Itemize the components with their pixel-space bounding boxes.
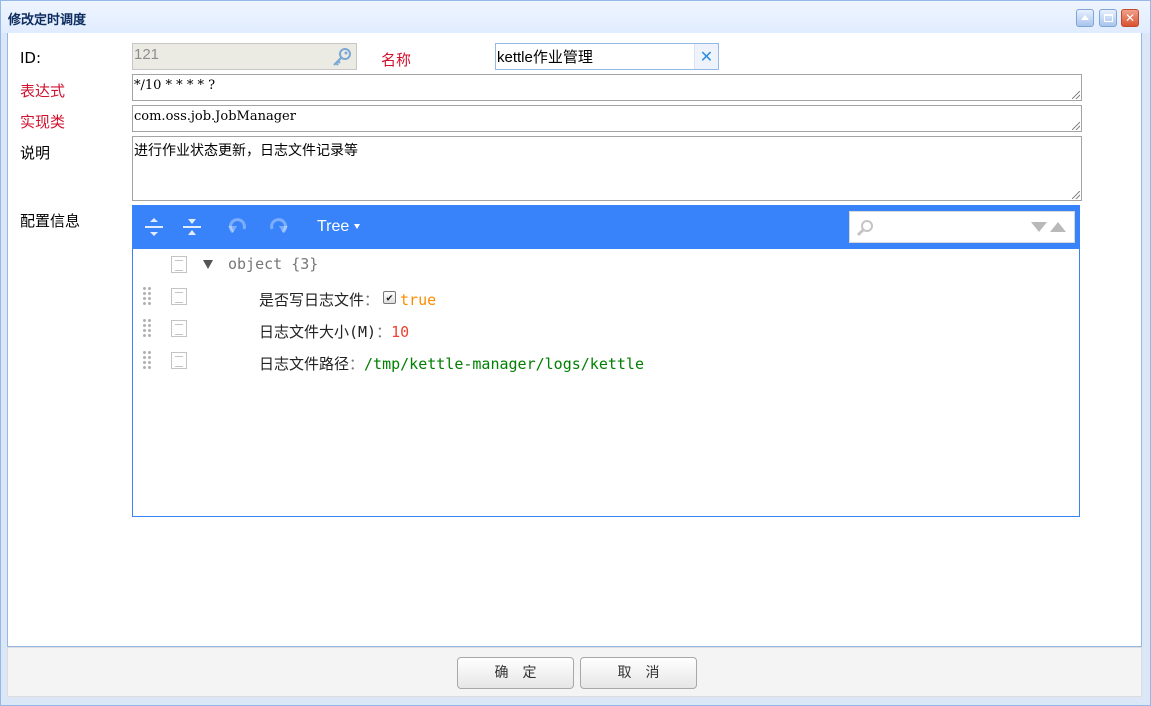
tree-row: 是否写日志文件： ✔ true [133,282,1079,314]
context-menu-button[interactable] [171,256,187,273]
collapse-icon [1081,15,1089,20]
expand-all-icon[interactable] [141,214,167,240]
expression-input[interactable]: */10 * * * * ? [132,74,1082,101]
config-label: 配置信息 [20,212,81,230]
dialog-title: 修改定时调度 [8,13,87,28]
context-menu-button[interactable] [171,352,187,369]
impl-class-value: com.oss.job.JobManager [134,109,296,124]
field-value[interactable]: true [400,291,436,309]
undo-icon[interactable] [225,214,251,240]
mode-label: Tree [317,218,350,235]
field-separator: ： [376,323,392,341]
key-icon [333,48,351,66]
resize-handle[interactable] [1072,191,1080,199]
description-value: 进行作业状态更新，日志文件记录等 [134,143,358,159]
mode-dropdown[interactable]: Tree [317,218,361,236]
cancel-button[interactable]: 取消 [580,657,697,689]
resize-handle[interactable] [1072,122,1080,130]
impl-class-label: 实现类 [20,113,66,131]
close-icon: ✕ [699,47,714,66]
search-input[interactable] [878,217,1018,237]
name-input[interactable]: kettle作业管理 ✕ [495,43,719,70]
search-previous-icon[interactable] [1050,222,1066,232]
field-key[interactable]: 日志文件路径 [259,355,349,373]
dialog-footer [7,647,1142,697]
collapse-toggle-icon[interactable] [203,260,213,269]
tree-row: 日志文件路径：/tmp/kettle-manager/logs/kettle [133,346,1079,378]
tree-field: 日志文件路径：/tmp/kettle-manager/logs/kettle [259,353,644,374]
name-label: 名称 [381,51,412,69]
collapse-button[interactable] [1076,9,1094,27]
dialog-window: 修改定时调度 ✕ ID: 121 名称 kettle作业管理 ✕ 表达式 */1… [0,0,1151,706]
resize-handle[interactable] [1072,91,1080,99]
drag-handle[interactable] [142,286,152,306]
field-key[interactable]: 日志文件大小(M) [259,323,376,341]
id-label: ID: [20,49,42,67]
tree-row: 日志文件大小(M)：10 [133,314,1079,346]
field-separator: ： [349,355,365,373]
search-icon [856,220,873,237]
ok-button[interactable]: 确定 [457,657,574,689]
redo-icon[interactable] [265,214,291,240]
caret-down-icon [354,224,361,230]
field-value[interactable]: 10 [391,323,409,341]
impl-class-input[interactable]: com.oss.job.JobManager [132,105,1082,132]
context-menu-button[interactable] [171,288,187,305]
maximize-button[interactable] [1099,9,1117,27]
tree-field: 是否写日志文件： ✔ true [259,289,436,310]
search-next-icon[interactable] [1031,222,1047,232]
tree-row-root: object {3} [133,250,1079,282]
name-value: kettle作业管理 [497,49,593,66]
search-box [849,211,1075,243]
json-editor-menu: Tree [133,206,1079,249]
field-separator: ： [364,291,380,309]
expression-label: 表达式 [20,82,66,100]
id-value: 121 [134,46,160,63]
field-value[interactable]: /tmp/kettle-manager/logs/kettle [364,355,644,373]
close-icon: ✕ [1124,11,1136,25]
dialog-titlebar[interactable]: 修改定时调度 ✕ [1,1,1150,33]
tree-field: 日志文件大小(M)：10 [259,321,409,342]
root-object-label: object {3} [228,255,319,273]
description-textarea[interactable]: 进行作业状态更新，日志文件记录等 [132,136,1082,201]
json-editor: Tree object {3} 是否写日志文件： ✔ true 日志文件大小(M… [132,205,1080,517]
drag-handle[interactable] [142,350,152,370]
close-button[interactable]: ✕ [1121,9,1139,27]
id-field: 121 [132,43,357,70]
collapse-all-icon[interactable] [179,214,205,240]
boolean-checkbox[interactable]: ✔ [383,291,397,304]
drag-handle[interactable] [142,318,152,338]
expression-value: */10 * * * * ? [134,78,216,93]
context-menu-button[interactable] [171,320,187,337]
description-label: 说明 [20,144,51,162]
name-clear-button[interactable]: ✕ [694,44,718,69]
maximize-icon [1103,14,1113,22]
field-key[interactable]: 是否写日志文件 [259,291,364,309]
